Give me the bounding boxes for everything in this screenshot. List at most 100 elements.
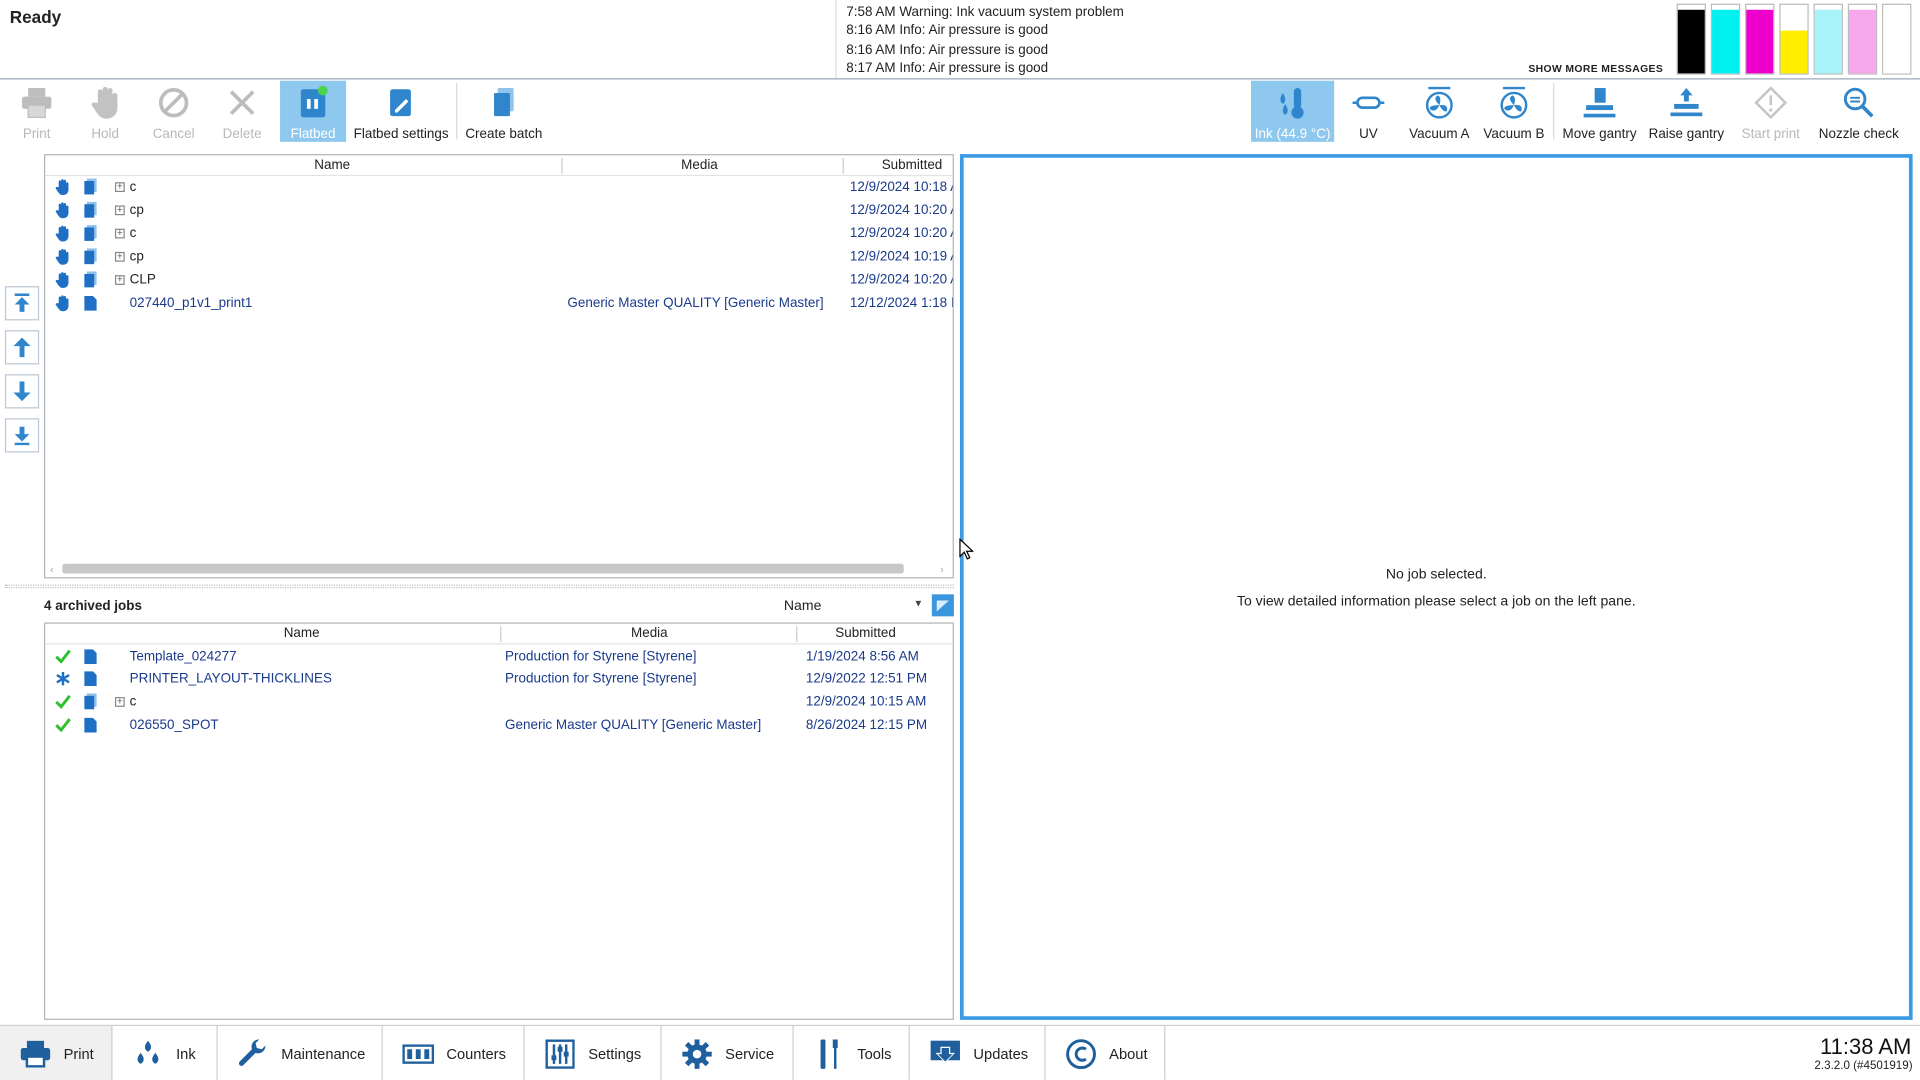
nav-tab-print[interactable]: Print (0, 1026, 113, 1080)
print-button[interactable]: Print (5, 81, 69, 142)
chevron-down-icon[interactable]: ▼ (914, 598, 924, 609)
table-row[interactable]: + c 12/9/2024 10:20 AM (45, 223, 953, 246)
table-row[interactable]: + c 12/9/2024 10:18 AM (45, 176, 953, 199)
expand-toggle[interactable]: + (114, 182, 125, 192)
header-divider (0, 78, 1920, 80)
document-icon (84, 295, 97, 311)
completed-check-icon (55, 649, 71, 664)
show-more-messages-link[interactable]: SHOW MORE MESSAGES (1528, 62, 1663, 74)
ink-level-white (1882, 3, 1912, 75)
vacuum-a-button[interactable]: Vacuum A (1403, 81, 1476, 142)
nav-label: Print (63, 1044, 94, 1063)
batch-document-icon (84, 178, 97, 195)
delete-button[interactable]: Delete (210, 81, 274, 142)
batch-document-icon (84, 248, 97, 265)
scroll-right-arrow[interactable]: › (940, 564, 943, 575)
nav-tab-ink[interactable]: Ink (113, 1026, 218, 1080)
nav-tab-tools[interactable]: Tools (794, 1026, 910, 1080)
ink-level-black (1676, 3, 1706, 75)
job-submitted: 1/19/2024 8:56 AM (805, 649, 919, 665)
move-to-bottom-icon (14, 426, 30, 446)
ink-level-yellow (1779, 3, 1809, 75)
flatbed-button[interactable]: Flatbed (280, 80, 347, 142)
start-print-button[interactable]: Start print (1734, 81, 1807, 142)
ink-temperature-button[interactable]: Ink (44.9 °C) (1251, 80, 1335, 142)
nozzle-check-button[interactable]: Nozzle check (1815, 81, 1903, 142)
filter-button[interactable] (931, 594, 954, 617)
tools-icon (813, 1038, 845, 1070)
column-header-submitted[interactable]: Submitted (835, 624, 921, 645)
expand-toggle[interactable]: + (114, 696, 125, 707)
expand-toggle[interactable]: + (114, 275, 125, 285)
nav-tab-maintenance[interactable]: Maintenance (218, 1026, 383, 1080)
cancel-button[interactable]: Cancel (142, 81, 206, 142)
hold-button[interactable]: Hold (73, 81, 137, 142)
nav-tab-settings[interactable]: Settings (525, 1026, 662, 1080)
nav-label: Counters (446, 1044, 506, 1063)
document-icon (84, 649, 97, 665)
printer-icon (20, 1038, 52, 1070)
nav-tab-service[interactable]: Service (662, 1026, 794, 1080)
ink-level-light-magenta (1847, 3, 1878, 75)
uv-button[interactable]: UV (1342, 81, 1396, 142)
sliders-icon (544, 1038, 576, 1070)
move-to-bottom-button[interactable] (4, 418, 40, 453)
job-detail-pane[interactable]: No job selected. To view detailed inform… (959, 154, 1913, 1020)
uv-lamp-icon (1351, 86, 1385, 120)
create-batch-label: Create batch (465, 127, 543, 142)
table-row[interactable]: PRINTER_LAYOUT-THICKLINES Production for… (45, 668, 952, 691)
move-to-top-button[interactable] (4, 286, 40, 321)
ink-fill (1849, 9, 1876, 74)
job-name: c (129, 226, 137, 241)
job-media: Generic Master QUALITY [Generic Master] (505, 717, 762, 733)
message-log[interactable]: 7:58 AM Warning: Ink vacuum system probl… (835, 0, 1673, 79)
print-queue-table[interactable]: Name Media Submitted + c 12/9/2024 10:18… (44, 154, 954, 579)
flatbed-icon (296, 85, 330, 120)
clock-time: 11:38 AM (1820, 1034, 1912, 1060)
document-icon (84, 671, 97, 687)
job-submitted: 8/26/2024 12:15 PM (805, 717, 928, 733)
column-header-media[interactable]: Media (631, 624, 729, 645)
table-row[interactable]: Template_024277 Production for Styrene [… (45, 646, 952, 669)
move-gantry-button[interactable]: Move gantry (1558, 81, 1641, 142)
table-row[interactable]: 026550_SPOT Generic Master QUALITY [Gene… (45, 714, 952, 737)
table-row[interactable]: + cp 12/9/2024 10:19 AM (45, 246, 953, 269)
copyright-icon (1065, 1038, 1097, 1070)
arrow-down-icon (13, 381, 31, 402)
start-print-icon (1754, 86, 1788, 120)
scroll-left-arrow[interactable]: ‹ (50, 564, 53, 575)
nav-tab-updates[interactable]: Updates (910, 1026, 1046, 1080)
column-header-submitted[interactable]: Submitted (882, 155, 953, 176)
create-batch-button[interactable]: Create batch (461, 81, 547, 142)
sort-dropdown[interactable]: Name (784, 599, 822, 614)
column-header-name[interactable]: Name (314, 155, 412, 176)
job-submitted: 12/9/2024 10:20 AM (849, 226, 953, 241)
table-row[interactable]: + c 12/9/2024 10:15 AM (45, 691, 952, 714)
vacuum-a-label: Vacuum A (1409, 127, 1470, 142)
expand-toggle[interactable]: + (114, 251, 125, 262)
table-row[interactable]: 027440_p1v1_print1 Generic Master QUALIT… (45, 292, 953, 315)
nav-tab-about[interactable]: About (1046, 1026, 1166, 1080)
horizontal-scrollbar[interactable] (62, 563, 904, 574)
arrow-up-icon (13, 337, 31, 358)
raise-gantry-button[interactable]: Raise gantry (1645, 81, 1728, 142)
vacuum-b-button[interactable]: Vacuum B (1478, 81, 1549, 142)
hold-label: Hold (91, 127, 120, 142)
ink-fill (1883, 9, 1911, 74)
table-row[interactable]: + CLP 12/9/2024 10:20 AM (45, 269, 953, 292)
pane-splitter[interactable] (4, 584, 954, 589)
expand-toggle[interactable]: + (114, 228, 125, 239)
archived-jobs-table[interactable]: Name Media Submitted Template_024277 Pro… (44, 622, 954, 1020)
table-row[interactable]: + cp 12/9/2024 10:20 AM (45, 199, 953, 222)
move-up-button[interactable] (4, 330, 40, 365)
move-down-button[interactable] (4, 374, 40, 409)
column-header-name[interactable]: Name (284, 624, 382, 645)
ink-fill (1677, 9, 1705, 74)
job-submitted: 12/9/2024 10:19 AM (849, 249, 953, 265)
flatbed-settings-button[interactable]: Flatbed settings (351, 81, 451, 142)
column-header-media[interactable]: Media (681, 155, 779, 176)
toolbar: Print Hold Cancel Delete Flatbed Flatbed… (0, 80, 1920, 145)
expand-toggle[interactable]: + (114, 205, 125, 216)
thermometer-icon (1275, 86, 1309, 120)
nav-tab-counters[interactable]: Counters (383, 1026, 525, 1080)
